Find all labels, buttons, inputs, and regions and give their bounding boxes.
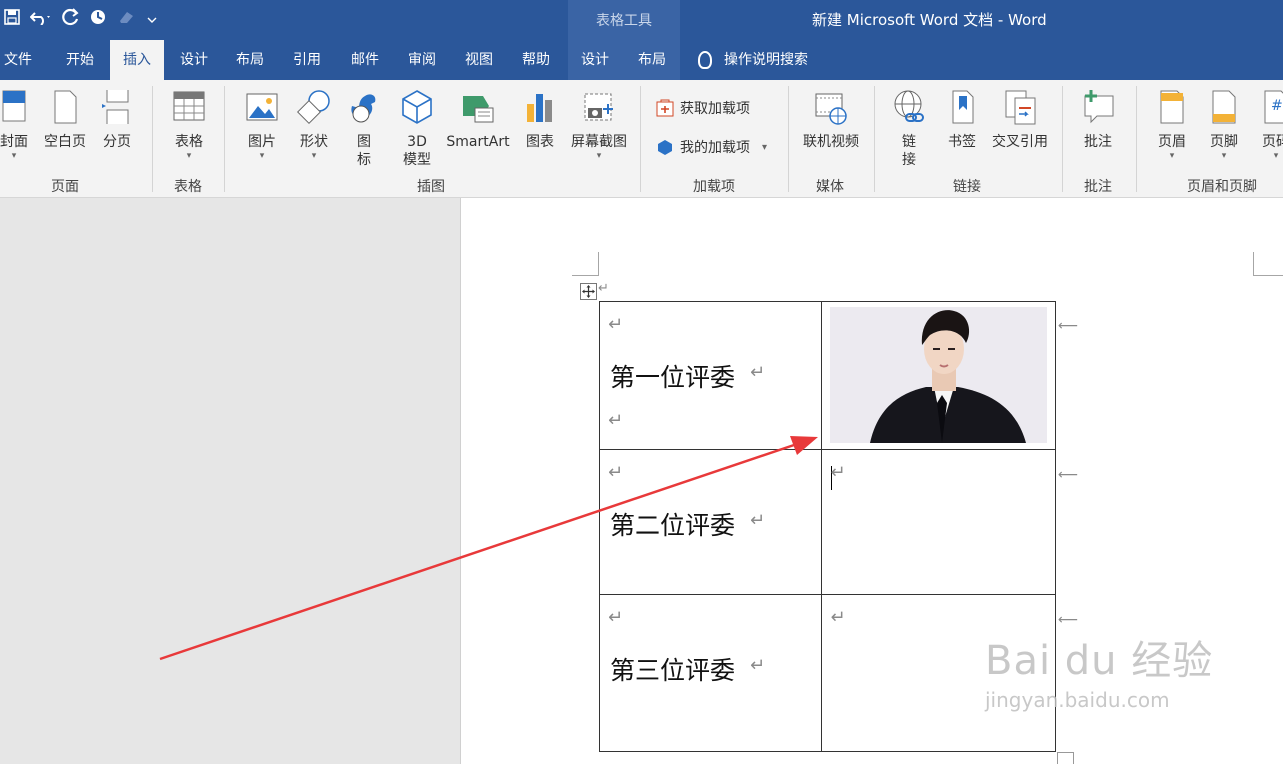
- arrow-head: [790, 436, 818, 455]
- baidu-watermark: Bai du 经验 jingyan.baidu.com: [985, 628, 1213, 712]
- arrow-line: [159, 441, 801, 661]
- watermark-main: Bai du 经验: [985, 638, 1214, 684]
- watermark-sub: jingyan.baidu.com: [985, 688, 1170, 712]
